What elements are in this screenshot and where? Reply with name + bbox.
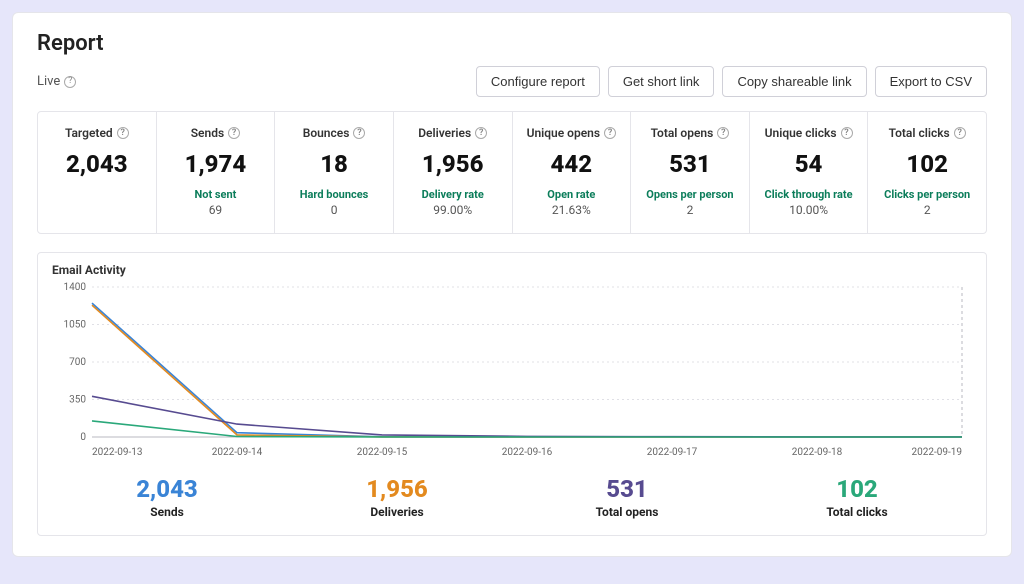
- copy-shareable-link-button[interactable]: Copy shareable link: [722, 66, 866, 97]
- svg-text:1050: 1050: [64, 320, 87, 331]
- configure-report-button[interactable]: Configure report: [476, 66, 600, 97]
- metric-card: Total opens? 531 Opens per person 2: [631, 112, 750, 233]
- help-icon[interactable]: ?: [475, 127, 487, 139]
- chart-line-total-clicks: [92, 421, 962, 437]
- help-icon[interactable]: ?: [604, 127, 616, 139]
- metric-card: Unique clicks? 54 Click through rate 10.00%: [750, 112, 869, 233]
- metric-value: 2,043: [46, 150, 148, 178]
- svg-text:1400: 1400: [64, 282, 87, 293]
- help-icon[interactable]: ?: [353, 127, 365, 139]
- summary-label: Deliveries: [327, 505, 467, 519]
- metric-value: 531: [639, 150, 741, 178]
- chart-line-total-opens: [92, 396, 962, 437]
- help-icon[interactable]: ?: [228, 127, 240, 139]
- metric-subvalue: 21.63%: [521, 203, 623, 217]
- page-title: Report: [37, 31, 987, 56]
- email-activity-chart: 0 350 700 1050 1400 2022-09-13 2022-09-14 2022-…: [52, 281, 972, 461]
- svg-text:350: 350: [69, 395, 86, 406]
- metric-value: 102: [876, 150, 978, 178]
- svg-text:2022-09-13: 2022-09-13: [92, 447, 143, 458]
- summary-value: 102: [787, 475, 927, 503]
- help-icon[interactable]: ?: [841, 127, 853, 139]
- svg-text:700: 700: [69, 357, 86, 368]
- svg-text:2022-09-17: 2022-09-17: [647, 447, 698, 458]
- help-icon[interactable]: ?: [64, 76, 76, 88]
- metric-sublabel: Hard bounces: [283, 188, 385, 201]
- summary-label: Sends: [97, 505, 237, 519]
- metric-card: Bounces? 18 Hard bounces 0: [275, 112, 394, 233]
- svg-text:0: 0: [80, 432, 86, 443]
- svg-text:2022-09-15: 2022-09-15: [357, 447, 408, 458]
- report-panel: Report Live ? Configure report Get short…: [12, 12, 1012, 557]
- metric-sublabel: Open rate: [521, 188, 623, 201]
- svg-text:2022-09-18: 2022-09-18: [792, 447, 843, 458]
- export-csv-button[interactable]: Export to CSV: [875, 66, 987, 97]
- get-short-link-button[interactable]: Get short link: [608, 66, 715, 97]
- metric-subvalue: 2: [639, 203, 741, 217]
- metric-card: Unique opens? 442 Open rate 21.63%: [513, 112, 632, 233]
- summary-deliveries: 1,956 Deliveries: [327, 475, 467, 519]
- chart-card: Email Activity 0 350 700 1050 1400 2022-09-13…: [37, 252, 987, 536]
- summary-sends: 2,043 Sends: [97, 475, 237, 519]
- metric-label: Unique opens?: [521, 126, 623, 140]
- chart-title: Email Activity: [52, 263, 972, 277]
- summary-label: Total opens: [557, 505, 697, 519]
- metric-sublabel: Opens per person: [639, 188, 741, 201]
- help-icon[interactable]: ?: [717, 127, 729, 139]
- status-label: Live: [37, 74, 60, 89]
- metric-subvalue: 0: [283, 203, 385, 217]
- metric-subvalue: 69: [165, 203, 267, 217]
- status-live: Live ?: [37, 74, 76, 89]
- chart-summary-row: 2,043 Sends 1,956 Deliveries 531 Total opens 1…: [52, 475, 972, 519]
- metric-value: 442: [521, 150, 623, 178]
- metric-sublabel: Not sent: [165, 188, 267, 201]
- summary-opens: 531 Total opens: [557, 475, 697, 519]
- actions-row: Configure report Get short link Copy sha…: [476, 66, 987, 97]
- chart-line-sends: [92, 303, 962, 437]
- metric-label: Sends?: [165, 126, 267, 140]
- svg-text:2022-09-14: 2022-09-14: [212, 447, 263, 458]
- metric-label: Total opens?: [639, 126, 741, 140]
- metrics-row: Targeted? 2,043 Sends? 1,974 Not sent 69 Bounc…: [37, 111, 987, 234]
- metric-value: 54: [758, 150, 860, 178]
- help-icon[interactable]: ?: [954, 127, 966, 139]
- metric-subvalue: 99.00%: [402, 203, 504, 217]
- metric-value: 1,974: [165, 150, 267, 178]
- svg-text:2022-09-16: 2022-09-16: [502, 447, 553, 458]
- metric-subvalue: 10.00%: [758, 203, 860, 217]
- svg-text:2022-09-19: 2022-09-19: [912, 447, 963, 458]
- metric-label: Total clicks?: [876, 126, 978, 140]
- metric-sublabel: Delivery rate: [402, 188, 504, 201]
- help-icon[interactable]: ?: [117, 127, 129, 139]
- metric-subvalue: 2: [876, 203, 978, 217]
- metric-card: Total clicks? 102 Clicks per person 2: [868, 112, 986, 233]
- metric-card: Targeted? 2,043: [38, 112, 157, 233]
- summary-value: 531: [557, 475, 697, 503]
- summary-label: Total clicks: [787, 505, 927, 519]
- summary-value: 1,956: [327, 475, 467, 503]
- metric-card: Sends? 1,974 Not sent 69: [157, 112, 276, 233]
- metric-label: Targeted?: [46, 126, 148, 140]
- metric-sublabel: Clicks per person: [876, 188, 978, 201]
- metric-card: Deliveries? 1,956 Delivery rate 99.00%: [394, 112, 513, 233]
- metric-sublabel: Click through rate: [758, 188, 860, 201]
- subheader-row: Live ? Configure report Get short link C…: [37, 66, 987, 97]
- summary-clicks: 102 Total clicks: [787, 475, 927, 519]
- metric-label: Bounces?: [283, 126, 385, 140]
- metric-value: 1,956: [402, 150, 504, 178]
- metric-value: 18: [283, 150, 385, 178]
- metric-label: Unique clicks?: [758, 126, 860, 140]
- summary-value: 2,043: [97, 475, 237, 503]
- metric-label: Deliveries?: [402, 126, 504, 140]
